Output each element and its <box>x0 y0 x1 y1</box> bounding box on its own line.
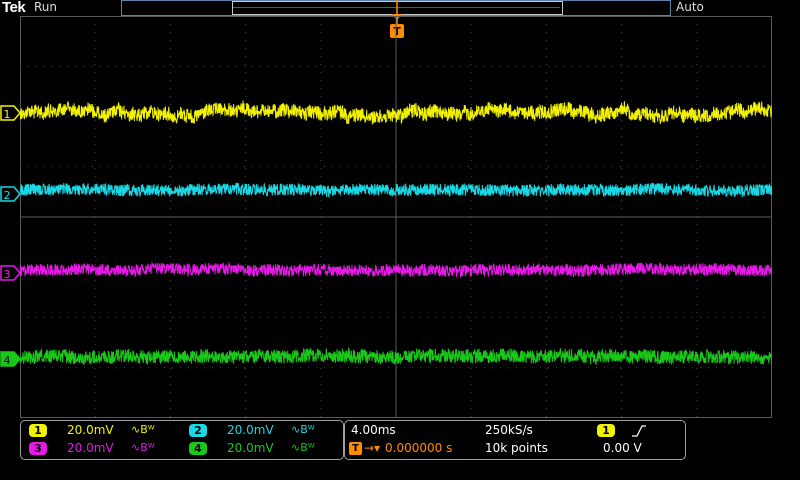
record-length[interactable]: 10k points <box>485 441 548 455</box>
bandwidth-limit-icon: ∿Bᵂ <box>291 423 315 436</box>
channel-1-badge[interactable]: 1 <box>29 424 47 437</box>
channel-3-waveform <box>20 261 772 278</box>
delay-arrow-icon: →▾ <box>364 441 381 455</box>
channel-4-marker[interactable]: 4 <box>0 351 21 367</box>
delay-trigger-icon: T <box>349 442 362 455</box>
channel-1-waveform <box>20 100 772 125</box>
channel-2-scale[interactable]: 20.0mV <box>227 423 274 437</box>
trigger-mode-label[interactable]: Auto <box>676 0 704 14</box>
bandwidth-limit-icon: ∿Bᵂ <box>291 441 315 454</box>
trigger-level[interactable]: 0.00 V <box>603 441 642 455</box>
svg-text:2: 2 <box>4 189 11 202</box>
svg-text:4: 4 <box>4 354 11 367</box>
waveform-display[interactable] <box>20 16 772 418</box>
channel-4-waveform <box>20 347 772 366</box>
channel-3-scale[interactable]: 20.0mV <box>67 441 114 455</box>
horizontal-delay[interactable]: 0.000000 s <box>385 441 452 455</box>
bandwidth-limit-icon: ∿Bᵂ <box>131 441 155 454</box>
channel-2-marker[interactable]: 2 <box>0 186 21 202</box>
channel-markers: 1 2 3 4 <box>0 105 21 367</box>
sample-rate: 250kS/s <box>485 423 533 437</box>
channel-4-badge[interactable]: 4 <box>189 442 207 455</box>
trigger-source-badge[interactable]: 1 <box>597 424 615 437</box>
channel-2-waveform <box>20 182 772 198</box>
time-per-division[interactable]: 4.00ms <box>351 423 396 437</box>
bandwidth-limit-icon: ∿Bᵂ <box>131 423 155 436</box>
channel-1-marker[interactable]: 1 <box>0 105 21 121</box>
svg-text:1: 1 <box>4 108 11 121</box>
rising-edge-icon <box>632 425 646 437</box>
brand-logo: Tek <box>2 0 26 16</box>
svg-text:3: 3 <box>4 268 11 281</box>
channel-3-badge[interactable]: 3 <box>29 442 47 455</box>
channel-1-scale[interactable]: 20.0mV <box>67 423 114 437</box>
channel-3-marker[interactable]: 3 <box>0 265 21 281</box>
channel-2-badge[interactable]: 2 <box>189 424 207 437</box>
horizontal-trigger-panel[interactable]: 4.00ms 250kS/s 1 T →▾ 0.000000 s 10k poi… <box>344 420 686 460</box>
channel-4-scale[interactable]: 20.0mV <box>227 441 274 455</box>
channel-readout-panel[interactable]: 1 20.0mV ∿Bᵂ 2 20.0mV ∿Bᵂ 3 20.0mV ∿Bᵂ 4… <box>20 420 344 460</box>
acquisition-status[interactable]: Run <box>34 0 57 14</box>
